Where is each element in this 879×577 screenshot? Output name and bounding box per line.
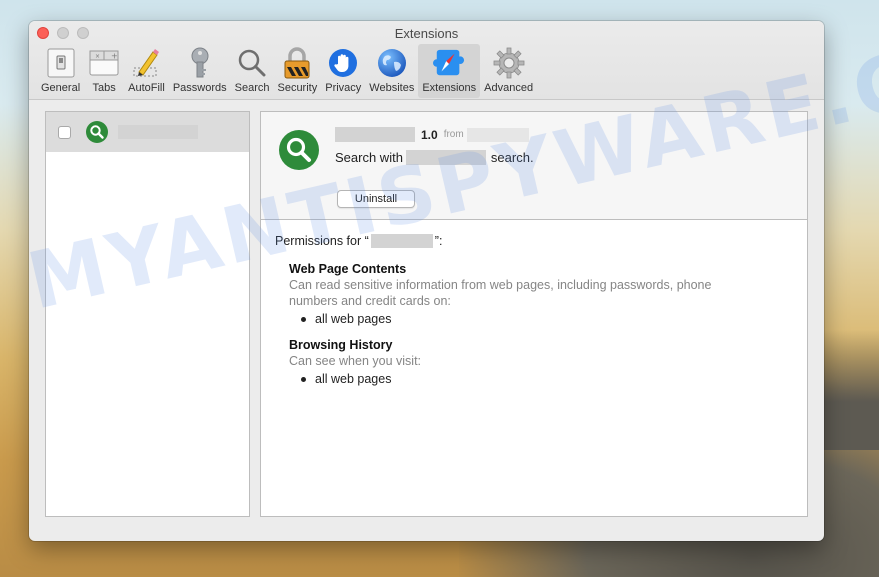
extensions-content: 1.0 from Search with search. Uninstall P…: [45, 111, 808, 517]
permission-scope-item: all web pages: [301, 311, 793, 328]
permission-web-page-contents: Web Page Contents Can read sensitive inf…: [289, 262, 793, 328]
hand-icon: [327, 47, 359, 79]
tabs-icon: × +: [88, 47, 120, 79]
svg-text:+: +: [111, 52, 118, 61]
tab-privacy[interactable]: Privacy: [321, 44, 365, 98]
permissions-title: Permissions for “ ”:: [275, 234, 793, 248]
tab-passwords[interactable]: Passwords: [169, 44, 231, 98]
tab-websites[interactable]: Websites: [365, 44, 418, 98]
svg-text:×: ×: [95, 53, 100, 60]
permissions-prefix: Permissions for “: [275, 234, 369, 248]
tab-websites-label: Websites: [369, 82, 415, 94]
permission-scope-list: all web pages: [301, 371, 793, 388]
developer-redacted: [466, 127, 529, 142]
tab-search-label: Search: [234, 82, 270, 94]
permission-description: Can see when you visit:: [289, 354, 422, 368]
green-search-icon: [86, 121, 108, 143]
from-label: from: [443, 129, 464, 140]
padlock-icon: [281, 47, 313, 79]
tab-autofill[interactable]: AutoFill: [124, 44, 169, 98]
extension-list-item[interactable]: [46, 112, 249, 152]
tab-passwords-label: Passwords: [172, 82, 227, 94]
tab-autofill-label: AutoFill: [128, 82, 165, 94]
tab-privacy-label: Privacy: [325, 82, 362, 94]
tab-tabs-label: Tabs: [92, 82, 116, 94]
title-bar: Extensions General × + Tabs AutoFill Pas…: [29, 21, 824, 100]
bullet-icon: [301, 317, 306, 322]
tab-search[interactable]: Search: [231, 44, 274, 98]
gear-icon: [493, 47, 525, 79]
permission-title: Web Page Contents: [289, 262, 407, 276]
extension-header: 1.0 from Search with search. Uninstall: [261, 112, 807, 220]
extensions-list: [45, 111, 250, 517]
permission-title: Browsing History: [289, 338, 393, 352]
tab-security[interactable]: Security: [273, 44, 321, 98]
tab-extensions[interactable]: Extensions: [418, 44, 481, 98]
tab-advanced[interactable]: Advanced: [480, 44, 537, 98]
extension-detail: 1.0 from Search with search. Uninstall P…: [260, 111, 808, 517]
description-suffix: search.: [490, 150, 534, 165]
bullet-icon: [301, 377, 306, 382]
permission-description: Can read sensitive information from web …: [289, 278, 712, 308]
key-icon: [184, 47, 216, 79]
permissions-section: Permissions for “ ”: Web Page Contents C…: [261, 220, 807, 402]
tab-extensions-label: Extensions: [422, 82, 477, 94]
tab-general[interactable]: General: [37, 44, 84, 98]
tab-security-label: Security: [277, 82, 318, 94]
description-prefix: Search with: [335, 150, 403, 165]
extension-large-search-icon: [279, 130, 319, 170]
permission-scope-text: all web pages: [315, 312, 392, 326]
tab-advanced-label: Advanced: [484, 82, 534, 94]
extension-enable-checkbox[interactable]: [58, 125, 71, 139]
tab-tabs[interactable]: × + Tabs: [84, 44, 124, 98]
search-engine-redacted: [405, 150, 486, 165]
extension-title-redacted: [335, 127, 415, 142]
preferences-toolbar: General × + Tabs AutoFill Passwords Sear…: [37, 44, 537, 98]
permission-scope-item: all web pages: [301, 371, 793, 388]
puzzle-compass-icon: [433, 47, 465, 79]
permissions-extension-redacted: [370, 234, 433, 248]
extension-version: 1.0: [421, 127, 438, 142]
magnifier-icon: [236, 47, 268, 79]
extension-name-redacted: [118, 125, 198, 139]
uninstall-button[interactable]: Uninstall: [337, 190, 415, 208]
tab-general-label: General: [41, 82, 81, 94]
safari-preferences-window: Extensions General × + Tabs AutoFill Pas…: [29, 21, 824, 541]
general-switch-icon: [45, 47, 77, 79]
extension-description: Search with search.: [335, 150, 534, 165]
permission-scope-list: all web pages: [301, 311, 793, 328]
globe-icon: [376, 47, 408, 79]
permission-scope-text: all web pages: [315, 372, 392, 386]
permissions-suffix: ”:: [434, 234, 443, 248]
window-title: Extensions: [394, 26, 459, 41]
permission-browsing-history: Browsing History Can see when you visit:…: [289, 338, 793, 388]
pencil-autofill-icon: [130, 47, 162, 79]
extension-title-line: 1.0 from: [335, 127, 529, 142]
